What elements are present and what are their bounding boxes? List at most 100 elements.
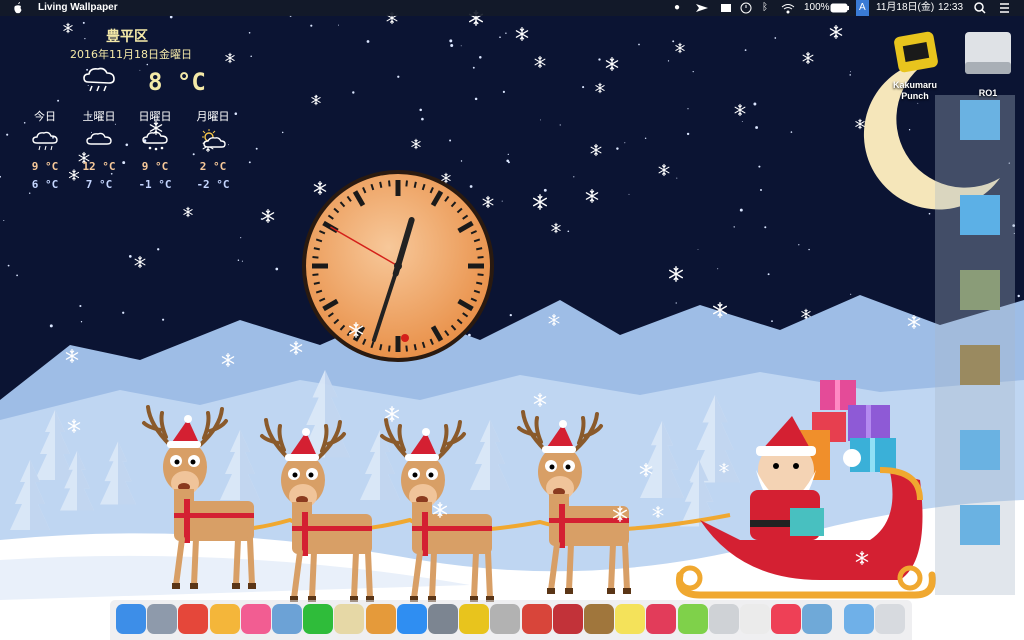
star	[559, 124, 561, 126]
forecast-low: 7 °C	[85, 178, 113, 191]
trash-icon[interactable]	[874, 604, 905, 634]
star	[79, 304, 82, 308]
itunes-icon[interactable]	[240, 604, 271, 634]
star	[697, 248, 699, 250]
star	[237, 259, 240, 261]
clock-tick	[476, 247, 483, 251]
battery-percent[interactable]: 100%	[804, 0, 830, 16]
star	[450, 44, 454, 47]
desktop-icon-label[interactable]: Kakumaru Punch	[880, 80, 950, 102]
menubar-clock[interactable]: 12:33	[938, 0, 963, 16]
forecast-low: -2 °C	[196, 178, 230, 191]
downloads-folder-icon[interactable]	[843, 604, 874, 634]
star	[6, 133, 9, 136]
star	[479, 56, 482, 59]
bluetooth-icon[interactable]: ᛒ	[762, 0, 768, 16]
clock-tick	[477, 273, 484, 276]
forecast-low: 6 °C	[31, 178, 59, 191]
active-app-name[interactable]: Living Wallpaper	[38, 0, 118, 16]
star	[808, 248, 810, 251]
chrome-icon[interactable]	[178, 604, 209, 634]
star	[692, 70, 694, 73]
send-icon[interactable]	[694, 0, 710, 16]
input-source-indicator[interactable]: A	[856, 0, 869, 16]
pocket-icon[interactable]	[771, 604, 802, 634]
star	[739, 208, 743, 212]
app-store-icon[interactable]	[396, 604, 427, 634]
color-picker-icon[interactable]	[677, 604, 708, 634]
weather-app-icon[interactable]	[802, 604, 833, 634]
star	[733, 226, 735, 228]
star	[240, 237, 242, 239]
pages-icon[interactable]	[740, 604, 770, 634]
sketch-icon[interactable]	[365, 604, 396, 634]
cloud-snow-icon	[142, 131, 168, 151]
current-temperature: 8 °C	[148, 68, 206, 96]
star	[908, 129, 911, 131]
star	[598, 58, 601, 61]
star	[505, 32, 507, 34]
star	[771, 320, 773, 322]
menu-bar: Living Wallpaper ● ᛒ 100% A 11月18日(金) 12…	[0, 0, 1024, 16]
star	[672, 40, 675, 43]
star	[764, 226, 767, 229]
clock-tick	[379, 181, 383, 188]
star	[3, 219, 5, 222]
forecast-day-label: 土曜日	[82, 110, 116, 123]
menubar-date[interactable]: 11月18日(金)	[876, 0, 934, 16]
star	[157, 248, 160, 251]
stickies-icon[interactable]	[615, 604, 646, 634]
forecast-high: 2 °C	[199, 160, 227, 173]
clock-tick	[313, 281, 320, 285]
weather-widget: 豊平区 2016年11月18日金曜日 8 °C 今日 9 °C 6 °C 土曜日…	[20, 24, 260, 204]
battery-icon[interactable]	[830, 0, 850, 16]
airmail-icon[interactable]	[646, 604, 677, 634]
photos-icon[interactable]	[209, 604, 240, 634]
alfred-icon[interactable]	[584, 604, 614, 634]
star	[338, 24, 339, 26]
forecast-day: 日曜日 9 °C -1 °C	[130, 108, 180, 191]
clock-tick	[388, 345, 391, 352]
finder-icon[interactable]	[116, 604, 146, 634]
star	[644, 137, 647, 140]
star	[49, 324, 53, 328]
star	[419, 108, 422, 112]
photo-booth-icon[interactable]	[490, 604, 521, 634]
star	[241, 260, 243, 262]
system-preferences-icon[interactable]	[428, 604, 458, 634]
star	[128, 255, 132, 258]
star	[686, 132, 690, 136]
notification-center-icon[interactable]	[996, 0, 1012, 16]
weather-date: 2016年11月18日金曜日	[70, 48, 192, 61]
record-icon[interactable]: ●	[674, 0, 680, 16]
star	[509, 313, 512, 317]
clock-tick	[312, 256, 319, 259]
star	[755, 126, 759, 129]
star	[774, 37, 777, 39]
mindnode-icon[interactable]	[552, 604, 583, 634]
star	[281, 131, 284, 134]
star	[472, 66, 475, 69]
clock-tick	[413, 344, 417, 351]
notes-app-icon[interactable]	[334, 604, 365, 634]
app-punch-icon	[894, 31, 938, 73]
sun-cloud-icon	[202, 129, 226, 148]
forecast-low: -1 °C	[138, 178, 172, 191]
desktop-icon-label[interactable]: RO1	[960, 88, 1016, 99]
star	[7, 264, 10, 267]
cleaner-icon[interactable]	[708, 604, 739, 634]
star	[449, 39, 453, 43]
wunderlist-icon[interactable]	[521, 604, 552, 634]
line-icon[interactable]	[303, 604, 334, 634]
kakumaru-punch-icon[interactable]	[459, 604, 490, 634]
wifi-icon[interactable]	[780, 0, 796, 16]
spotlight-icon[interactable]	[972, 0, 988, 16]
star	[849, 74, 851, 76]
dropbox-icon[interactable]	[718, 0, 734, 16]
apple-icon[interactable]	[12, 0, 24, 16]
preview-icon[interactable]	[272, 604, 302, 634]
launchpad-icon[interactable]	[147, 604, 178, 634]
clock-tick	[476, 281, 483, 285]
star	[460, 45, 462, 47]
time-machine-icon[interactable]	[738, 0, 754, 16]
